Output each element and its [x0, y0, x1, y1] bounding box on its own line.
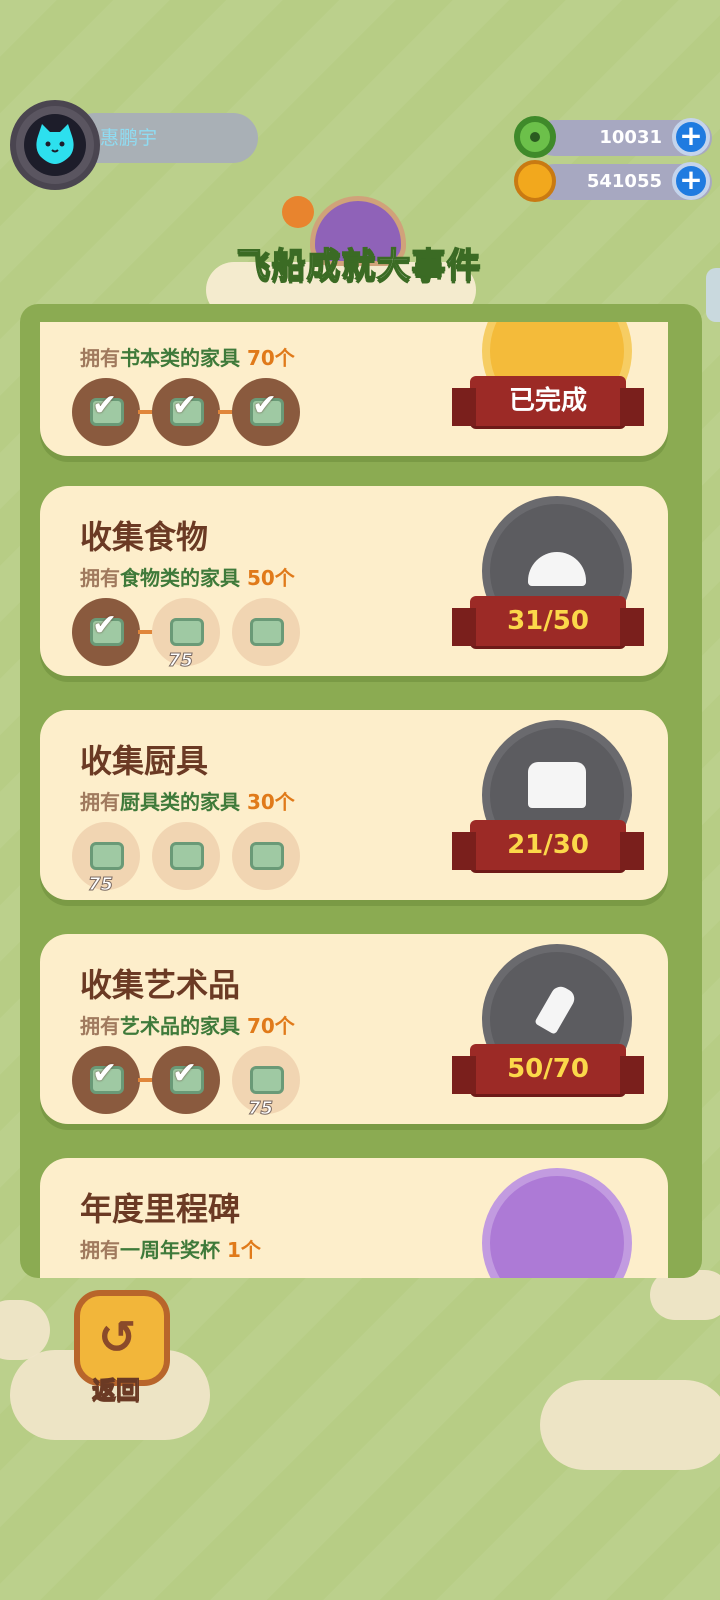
step-reward-chest[interactable]	[232, 598, 300, 666]
achievement-card: 拥有书本类的家具 70个 ✔ ✔ ✔ 已完成	[40, 322, 668, 456]
step-completed[interactable]: ✔	[152, 1046, 220, 1114]
achievement-desc: 拥有食物类的家具 50个	[80, 566, 295, 590]
step-completed[interactable]: ✔	[152, 378, 220, 446]
achievement-title: 年度里程碑	[80, 1190, 241, 1228]
checkmark-icon: ✔	[252, 388, 278, 423]
avatar[interactable]	[10, 100, 100, 190]
reward-chest-icon	[170, 618, 204, 646]
add-donut-button[interactable]: +	[672, 118, 710, 156]
step-completed[interactable]: ✔	[72, 598, 140, 666]
gold-coin-icon	[514, 160, 556, 202]
checkmark-icon: ✔	[172, 388, 198, 423]
achievement-card: 收集艺术品 拥有艺术品的家具 70个 ✔ ✔ 75 50/70	[40, 934, 668, 1124]
achievement-steps: 75	[72, 822, 312, 896]
reward-chest-icon	[90, 842, 124, 870]
step-completed[interactable]: ✔	[72, 1046, 140, 1114]
checkmark-icon: ✔	[172, 1056, 198, 1091]
cat-avatar-icon	[24, 114, 86, 176]
achievement-desc: 拥有书本类的家具 70个	[80, 346, 295, 370]
step-reward-chest[interactable]: 75	[72, 822, 140, 896]
reward-amount: 75	[167, 650, 194, 672]
achievement-title: 收集食物	[80, 518, 209, 556]
planet-icon	[282, 196, 314, 228]
achievement-steps: ✔ ✔ ✔	[72, 378, 312, 448]
reward-amount: 75	[87, 874, 114, 896]
step-completed[interactable]: ✔	[72, 378, 140, 446]
green-donut-icon	[514, 116, 556, 158]
achievement-card: 收集食物 拥有食物类的家具 50个 ✔ 75 31/50	[40, 486, 668, 676]
player-name: 惠鹏宇	[100, 127, 158, 149]
step-reward-chest[interactable]: 75	[152, 598, 220, 672]
step-reward-chest[interactable]: 75	[232, 1046, 300, 1120]
side-tab[interactable]	[706, 268, 720, 322]
achievement-list[interactable]: 拥有书本类的家具 70个 ✔ ✔ ✔ 已完成 收集食物 拥有食物类的家具 50个…	[20, 322, 702, 1278]
page-title: 飞船成就大事件	[236, 245, 482, 287]
step-completed[interactable]: ✔	[232, 378, 300, 446]
step-reward-chest[interactable]	[152, 822, 220, 890]
cloud-decoration	[540, 1380, 720, 1470]
checkmark-icon: ✔	[92, 1056, 118, 1091]
reward-amount: 75	[247, 1098, 274, 1120]
progress-ribbon: 21/30	[452, 820, 644, 870]
step-reward-chest[interactable]	[232, 822, 300, 890]
back-button[interactable]: ↺ 返回	[68, 1290, 174, 1405]
reward-chest-icon	[250, 842, 284, 870]
checkmark-icon: ✔	[92, 608, 118, 643]
achievement-desc: 拥有厨具类的家具 30个	[80, 790, 295, 814]
reward-chest-icon	[170, 842, 204, 870]
achievement-desc: 拥有一周年奖杯 1个	[80, 1238, 261, 1262]
trophy-medal-icon	[482, 1168, 632, 1278]
coin-currency-amount: 541055	[586, 171, 662, 192]
progress-ribbon: 50/70	[452, 1044, 644, 1094]
back-label: 返回	[92, 1376, 141, 1405]
achievement-steps: ✔ ✔ 75	[72, 1046, 312, 1120]
add-coin-button[interactable]: +	[672, 162, 710, 200]
achievement-desc: 拥有艺术品的家具 70个	[80, 1014, 295, 1038]
achievement-title: 收集厨具	[80, 742, 209, 780]
donut-currency-amount: 10031	[599, 127, 662, 148]
achievement-title: 收集艺术品	[80, 966, 241, 1004]
achievement-steps: ✔ 75	[72, 598, 312, 672]
reward-chest-icon	[250, 1066, 284, 1094]
progress-ribbon: 31/50	[452, 596, 644, 646]
achievement-card: 收集厨具 拥有厨具类的家具 30个 75 21/30	[40, 710, 668, 900]
progress-ribbon: 已完成	[452, 376, 644, 426]
checkmark-icon: ✔	[92, 388, 118, 423]
achievement-card: 年度里程碑 拥有一周年奖杯 1个	[40, 1158, 668, 1278]
reward-chest-icon	[250, 618, 284, 646]
